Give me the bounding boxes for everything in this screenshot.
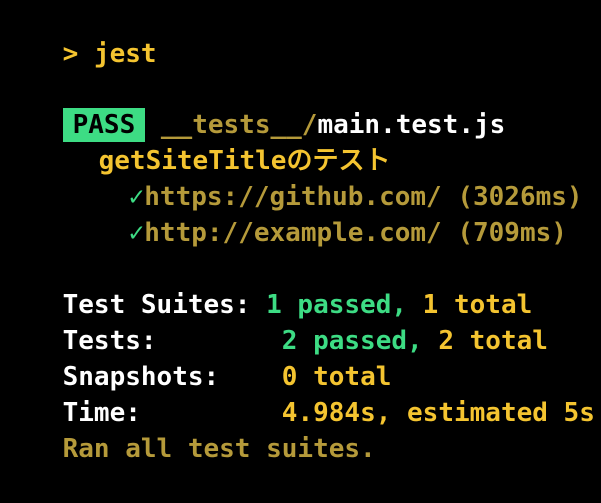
command-line: > jest [0,0,157,69]
command-text: jest [93,39,157,69]
test-case-name: http://example.com/ (709ms) [144,218,567,248]
prompt-symbol: > [62,39,79,69]
summary-tests: Tests: 2 passed, 2 total [0,287,548,356]
summary-time: Time: 4.984s, estimated 5s [0,359,595,428]
test-case: ✓http://example.com/ (709ms) [66,179,567,248]
test-file-result: PASS __tests__/main.test.js [0,71,505,142]
tests-total: 2 total [438,326,548,356]
summary-suites: Test Suites: 1 passed, 1 total [0,251,533,320]
footer-message: Ran all test suites. [0,395,376,464]
test-case: ✓https://github.com/ (3026ms) [66,143,583,212]
describe-block: getSiteTitleのテスト [36,107,391,176]
footer-text: Ran all test suites. [62,434,376,464]
summary-snapshots: Snapshots: 0 total [0,323,392,392]
terminal-window: > jest PASS __tests__/main.test.js getSi… [0,0,601,464]
check-icon: ✓ [128,218,145,248]
